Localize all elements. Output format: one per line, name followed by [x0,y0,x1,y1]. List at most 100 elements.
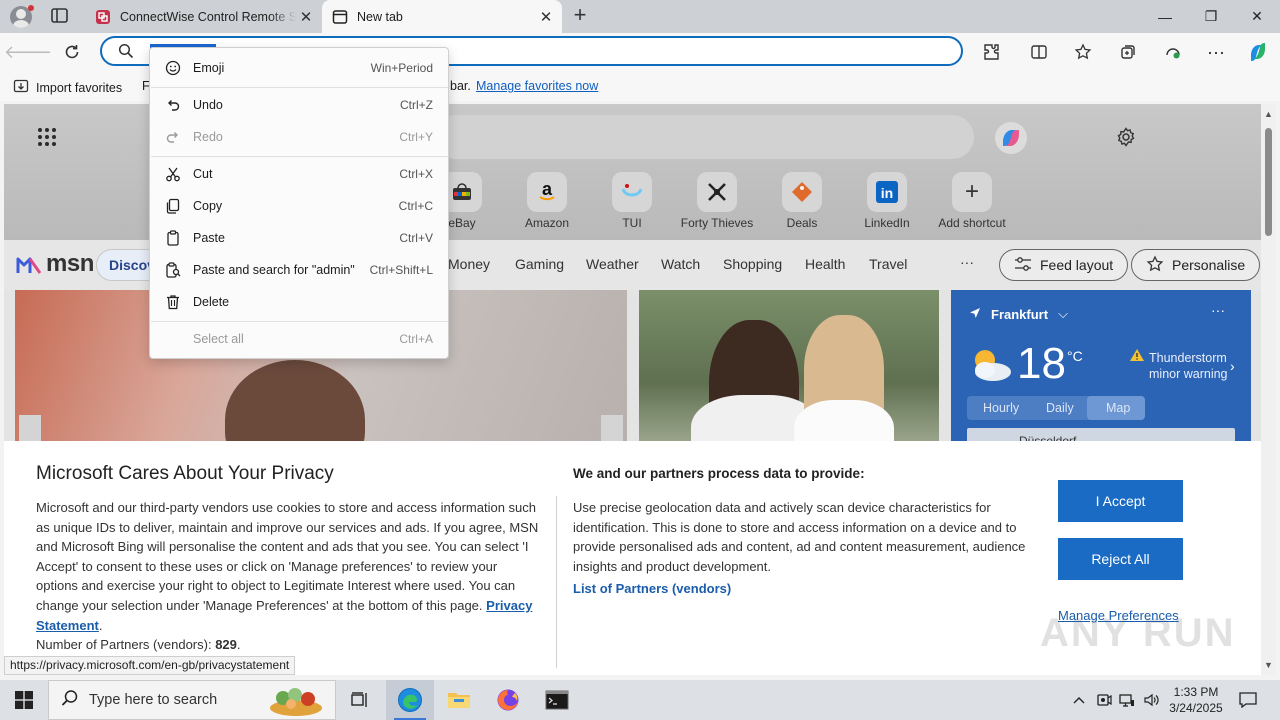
shortcut-amazon[interactable]: a Amazon [507,172,587,230]
more-options-icon[interactable]: ··· [1203,40,1229,64]
partners-list-link[interactable]: List of Partners (vendors) [573,581,731,596]
reject-all-button[interactable]: Reject All [1058,538,1183,580]
scissors-icon [164,165,182,183]
msn-logo[interactable]: msn [16,250,94,278]
weather-tab-daily[interactable]: Daily [1046,401,1074,415]
linkedin-icon: in [867,172,907,212]
category-weather[interactable]: Weather [586,256,639,272]
taskbar-search-placeholder: Type here to search [89,692,218,708]
weather-location[interactable]: Frankfurt ⌵ [969,306,1068,322]
accept-button[interactable]: I Accept [1058,480,1183,522]
weather-tab-hourly[interactable]: Hourly [983,401,1019,415]
app-launcher-icon[interactable] [38,128,56,146]
windows-taskbar: Type here to search 1:33 PM 3/24/2025 [0,680,1280,720]
favorites-star-icon[interactable] [1070,40,1096,64]
menu-item-copy[interactable]: Copy Ctrl+C [150,191,448,221]
menu-item-cut[interactable]: Cut Ctrl+X [150,159,448,189]
import-favorites-button[interactable]: Import favorites [13,78,122,97]
task-view-icon[interactable] [336,680,384,720]
menu-item-paste[interactable]: Paste Ctrl+V [150,223,448,253]
tui-icon [612,172,652,212]
extensions-icon[interactable] [978,40,1004,64]
new-tab-button[interactable]: + [568,4,592,27]
command-prompt-icon[interactable] [533,680,581,720]
scroll-up-arrow-icon[interactable]: ▲ [1264,109,1273,119]
personalise-label: Personalise [1172,257,1246,273]
personalise-button[interactable]: Personalise [1131,249,1261,281]
copilot-icon[interactable] [994,121,1028,158]
copilot-icon[interactable] [1245,40,1271,64]
close-tab-icon[interactable]: ✕ [296,7,316,27]
close-tab-icon[interactable]: ✕ [536,7,556,27]
page-scrollbar[interactable]: ▲ ▼ [1261,104,1276,675]
volume-icon[interactable] [1140,680,1162,720]
refresh-icon[interactable] [58,38,86,66]
edge-taskbar-icon[interactable] [386,680,434,720]
menu-item-label: Delete [193,295,230,309]
tab-connectwise[interactable]: ConnectWise Control Remote Su ✕ [85,0,322,33]
manage-favorites-link[interactable]: Manage favorites now [476,79,598,93]
back-arrow-icon[interactable]: 🡐 [4,38,52,66]
category-money[interactable]: Money [448,256,490,272]
menu-item-undo[interactable]: Undo Ctrl+Z [150,90,448,120]
category-health[interactable]: Health [805,256,845,272]
shortcut-add[interactable]: + Add shortcut [932,172,1012,230]
bing-search-box[interactable] [434,115,974,159]
tab-actions-icon[interactable] [50,7,70,25]
category-watch[interactable]: Watch [661,256,700,272]
warning-triangle-icon [1129,348,1145,365]
manage-preferences-link[interactable]: Manage Preferences [1058,608,1179,623]
tab-new-tab[interactable]: New tab ✕ [322,0,562,33]
category-gaming[interactable]: Gaming [515,256,564,272]
page-settings-gear-icon[interactable] [1116,127,1136,150]
shortcut-label: LinkedIn [864,216,910,230]
menu-item-shortcut: Ctrl+C [398,199,433,213]
tab-strip: ConnectWise Control Remote Su ✕ New tab … [0,0,1280,33]
more-categories-button[interactable]: ··· [960,254,974,270]
notification-center-icon[interactable] [1236,680,1260,720]
paste-search-icon [164,261,182,279]
select-all-spacer [164,330,182,348]
category-shopping[interactable]: Shopping [723,256,782,272]
split-screen-icon[interactable] [1026,40,1052,64]
file-explorer-icon[interactable] [435,680,483,720]
tray-meet-icon[interactable] [1093,680,1115,720]
restore-button[interactable]: ❐ [1188,0,1234,33]
menu-item-emoji[interactable]: Emoji Win+Period [150,53,448,83]
menu-item-delete[interactable]: Delete [150,287,448,317]
close-window-button[interactable]: ✕ [1234,0,1280,33]
shortcut-forty-thieves[interactable]: Forty Thieves [677,172,757,230]
menu-item-select-all: Select all Ctrl+A [150,324,448,354]
connectwise-favicon-icon [95,9,111,25]
clock-date: 3/24/2025 [1169,701,1223,715]
shortcut-linkedin[interactable]: in LinkedIn [847,172,927,230]
clock-time: 1:33 PM [1173,685,1219,699]
taskbar-clock[interactable]: 1:33 PM 3/24/2025 [1160,684,1232,716]
partners-count: 829 [215,637,237,653]
feed-layout-button[interactable]: Feed layout [999,249,1129,281]
weather-tab-map[interactable]: Map [1106,401,1130,415]
shortcut-tui[interactable]: TUI [592,172,672,230]
performance-icon[interactable] [1160,40,1186,64]
news-image-shirt [794,400,894,445]
menu-item-paste-and-search[interactable]: Paste and search for "admin" Ctrl+Shift+… [150,255,448,285]
taskbar-search-box[interactable]: Type here to search [48,680,336,720]
category-travel[interactable]: Travel [869,256,907,272]
menu-item-label: Paste [193,231,225,245]
forty-thieves-icon [697,172,737,212]
scrollbar-thumb[interactable] [1265,128,1272,236]
scroll-down-arrow-icon[interactable]: ▼ [1264,660,1273,670]
minimize-button[interactable]: — [1142,0,1188,33]
windows-start-icon[interactable] [0,680,48,720]
search-icon [118,43,134,62]
weather-card[interactable]: Frankfurt ⌵ ··· 18 °C Thunderstorm minor… [951,290,1251,448]
shortcut-deals[interactable]: Deals [762,172,842,230]
news-card-secondary[interactable] [639,290,939,445]
chevron-right-icon[interactable]: › [1230,358,1235,374]
collections-icon[interactable] [1115,40,1141,64]
privacy-title: Microsoft Cares About Your Privacy [36,463,334,484]
weather-more-icon[interactable]: ··· [1211,302,1225,318]
network-icon[interactable] [1116,680,1138,720]
tray-chevron-up-icon[interactable] [1068,680,1090,720]
firefox-icon[interactable] [484,680,532,720]
